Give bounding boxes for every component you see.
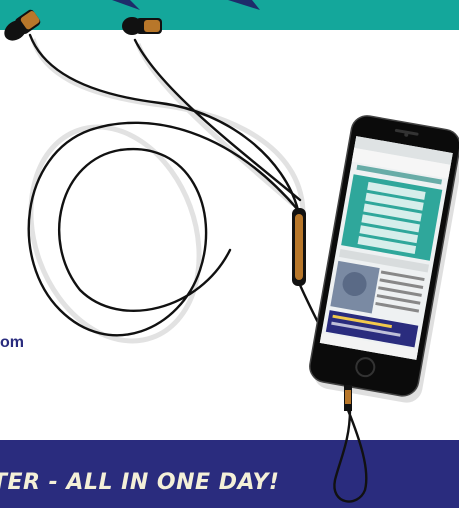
earbud-right-icon xyxy=(122,17,162,35)
smartphone xyxy=(309,115,459,403)
earphones-phone-illustration xyxy=(4,0,459,503)
